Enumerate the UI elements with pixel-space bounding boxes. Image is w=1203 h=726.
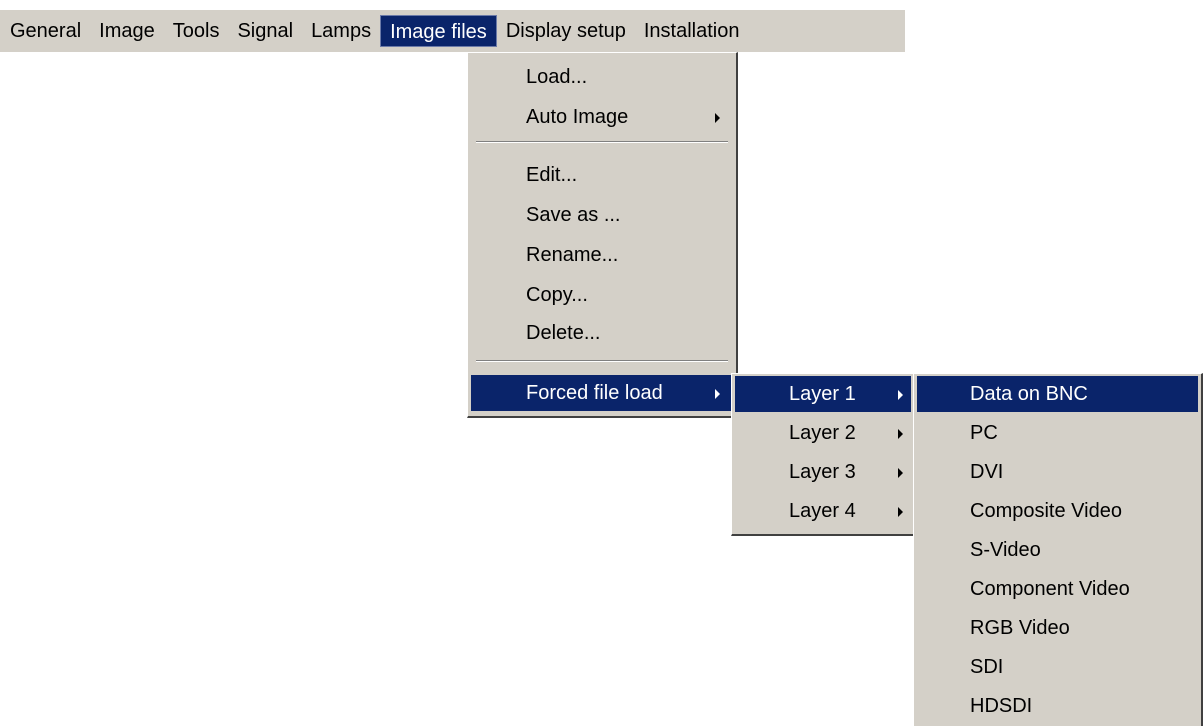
menu-item-layer-label: Layer 2: [789, 422, 856, 444]
menubar: General Image Tools Signal Lamps Image f…: [0, 10, 905, 52]
layer-1-submenu: Data on BNC PC DVI Composite Video S-Vid…: [913, 373, 1203, 726]
menu-item-component-video[interactable]: Component Video: [917, 571, 1198, 607]
menu-image[interactable]: Image: [90, 15, 164, 47]
menu-item-edit[interactable]: Edit...: [471, 157, 733, 193]
submenu-arrow-icon: [898, 429, 903, 439]
menu-general[interactable]: General: [0, 15, 90, 47]
menu-item-rgb-video[interactable]: RGB Video: [917, 610, 1198, 646]
menu-item-layer-2[interactable]: Layer 2: [735, 415, 911, 451]
menu-item-save-as[interactable]: Save as ...: [471, 197, 733, 233]
menu-item-rename-label: Rename...: [526, 244, 619, 266]
menu-item-layer-label: Layer 3: [789, 461, 856, 483]
menu-item-sdi[interactable]: SDI: [917, 649, 1198, 685]
menu-item-source-label: S-Video: [970, 539, 1041, 561]
menu-item-source-label: DVI: [970, 461, 1004, 483]
menu-item-pc[interactable]: PC: [917, 415, 1198, 451]
menu-image-files[interactable]: Image files: [380, 15, 497, 47]
menu-item-source-label: RGB Video: [970, 617, 1070, 639]
menu-separator: [476, 141, 728, 143]
menu-item-layer-3[interactable]: Layer 3: [735, 454, 911, 490]
menu-item-dvi[interactable]: DVI: [917, 454, 1198, 490]
menu-item-auto-image[interactable]: Auto Image: [471, 99, 733, 135]
menu-item-data-on-bnc[interactable]: Data on BNC: [917, 376, 1198, 412]
menu-tools[interactable]: Tools: [164, 15, 229, 47]
submenu-arrow-icon: [898, 390, 903, 400]
forced-file-load-submenu: Layer 1 Layer 2 Layer 3 Layer 4: [731, 373, 916, 536]
submenu-arrow-icon: [898, 507, 903, 517]
menu-item-load[interactable]: Load...: [471, 59, 733, 95]
submenu-arrow-icon: [715, 113, 720, 123]
menu-item-source-label: SDI: [970, 656, 1004, 678]
menu-item-copy[interactable]: Copy...: [471, 277, 733, 313]
menu-signal[interactable]: Signal: [228, 15, 302, 47]
menu-item-source-label: PC: [970, 422, 998, 444]
menu-item-source-label: Data on BNC: [970, 383, 1088, 405]
menu-display-setup[interactable]: Display setup: [497, 15, 635, 47]
menu-item-source-label: Composite Video: [970, 500, 1122, 522]
menu-item-edit-label: Edit...: [526, 164, 578, 186]
menu-item-load-label: Load...: [526, 66, 588, 88]
menu-item-source-label: HDSDI: [970, 695, 1033, 717]
menu-item-delete-label: Delete...: [526, 322, 601, 344]
menu-item-composite-video[interactable]: Composite Video: [917, 493, 1198, 529]
menu-lamps[interactable]: Lamps: [302, 15, 380, 47]
menu-item-s-video[interactable]: S-Video: [917, 532, 1198, 568]
menu-item-forced-file-load-label: Forced file load: [526, 382, 663, 404]
menu-item-auto-image-label: Auto Image: [526, 106, 629, 128]
menu-item-source-label: Component Video: [970, 578, 1130, 600]
menu-item-layer-label: Layer 1: [789, 383, 856, 405]
menu-item-layer-4[interactable]: Layer 4: [735, 493, 911, 529]
menu-item-hdsdi[interactable]: HDSDI: [917, 688, 1198, 724]
menu-item-forced-file-load[interactable]: Forced file load: [471, 375, 733, 411]
image-files-dropdown: Load... Auto Image Edit... Save as ... R…: [467, 52, 738, 418]
menu-installation[interactable]: Installation: [635, 15, 749, 47]
menu-separator: [476, 360, 728, 362]
menu-item-rename[interactable]: Rename...: [471, 237, 733, 273]
menu-item-save-as-label: Save as ...: [526, 204, 621, 226]
submenu-arrow-icon: [898, 468, 903, 478]
menu-item-delete[interactable]: Delete...: [471, 315, 733, 351]
menu-item-layer-1[interactable]: Layer 1: [735, 376, 911, 412]
submenu-arrow-icon: [715, 389, 720, 399]
menu-item-layer-label: Layer 4: [789, 500, 856, 522]
menu-item-copy-label: Copy...: [526, 284, 588, 306]
